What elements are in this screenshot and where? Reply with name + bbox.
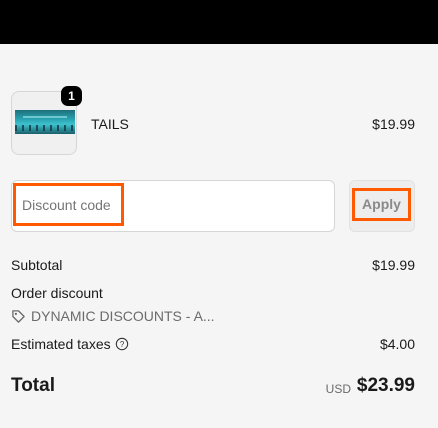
taxes-label: Estimated taxes <box>11 336 111 352</box>
tag-icon <box>12 309 25 323</box>
discount-code-input[interactable] <box>22 197 120 213</box>
product-image <box>15 110 75 134</box>
discount-tag: DYNAMIC DISCOUNTS - A... <box>11 308 215 324</box>
order-discount-label: Order discount <box>11 285 103 301</box>
total-label: Total <box>11 375 55 396</box>
apply-button[interactable]: Apply <box>352 188 411 221</box>
currency-code: USD <box>325 382 351 396</box>
subtotal-value: $19.99 <box>372 257 415 273</box>
subtotal-label: Subtotal <box>11 257 63 273</box>
taxes-value: $4.00 <box>379 336 415 352</box>
product-name: TAILS <box>91 116 129 132</box>
quantity-badge: 1 <box>61 86 82 106</box>
top-bar <box>0 0 438 44</box>
info-icon[interactable]: ? <box>115 337 129 351</box>
product-price: $19.99 <box>372 116 415 132</box>
discount-name: DYNAMIC DISCOUNTS - A... <box>31 308 215 324</box>
total-value: $23.99 <box>356 375 415 396</box>
svg-text:?: ? <box>120 340 125 349</box>
